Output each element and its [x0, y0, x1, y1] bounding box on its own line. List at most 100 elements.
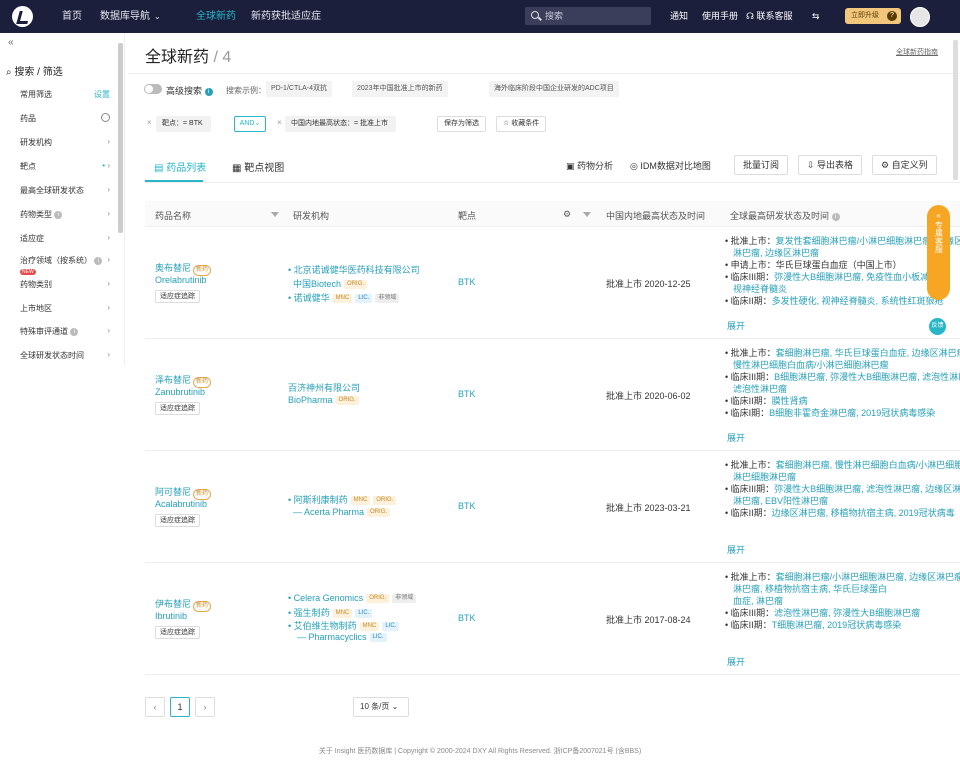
sidebar-item-global-status[interactable]: 最高全球研发状态 ›: [20, 185, 110, 196]
page-1-button[interactable]: 1: [170, 697, 190, 717]
manual-link[interactable]: 使用手册: [702, 0, 738, 33]
org-name[interactable]: • 北京诺诚健华医药科技有限公司: [288, 263, 420, 276]
radio-icon[interactable]: [101, 113, 110, 122]
remove-filter-icon[interactable]: ×: [147, 118, 152, 127]
org-name[interactable]: • 艾伯维生物制药 MNC LIC.: [288, 619, 400, 632]
org-name[interactable]: — Acerta Pharma ORIG.: [293, 507, 391, 518]
drug-name-en[interactable]: Acalabrutinib: [155, 499, 207, 509]
sidebar-scrollbar[interactable]: [118, 43, 123, 233]
example-chip[interactable]: 2023年中国批准上市的新药: [352, 81, 448, 97]
track-indication-button[interactable]: 适应症追踪: [155, 402, 200, 415]
status-value[interactable]: 边缘区淋巴瘤, 移植物抗宿主病, 2019冠状病毒: [772, 508, 955, 518]
drug-analysis-link[interactable]: ▣ 药物分析: [566, 159, 613, 172]
status-value[interactable]: 膜性肾病: [772, 396, 808, 406]
guide-link[interactable]: 全球新药指南: [896, 47, 938, 57]
settings-icon[interactable]: ⚙: [563, 209, 571, 220]
sidebar-item-class[interactable]: 药物类别 ›: [20, 279, 110, 290]
track-indication-button[interactable]: 适应症追踪: [155, 514, 200, 527]
drug-name-cn[interactable]: 阿可替尼 新药: [155, 485, 212, 500]
nav-home[interactable]: 首页: [62, 0, 82, 33]
org-name[interactable]: 中国Biotech ORIG.: [293, 277, 368, 290]
upgrade-button[interactable]: 立即升级?: [845, 8, 901, 24]
idm-map-link[interactable]: ◎ IDM数据对比地图: [630, 159, 711, 172]
sidebar-item-therapy[interactable]: 治疗领域（按系统） i NEW ›: [20, 255, 110, 275]
collapse-icon[interactable]: «: [8, 37, 14, 48]
status-value[interactable]: 弥漫性大B细胞淋巴瘤, 免疫性血小板减少症: [774, 272, 947, 282]
save-filter-button[interactable]: 保存为筛选: [437, 116, 486, 132]
status-value[interactable]: 套细胞淋巴瘤, 华氏巨球蛋白血症, 边缘区淋巴瘤, 慢性淋巴细胞白血病/小淋巴细…: [776, 348, 960, 358]
track-indication-button[interactable]: 适应症追踪: [155, 626, 200, 639]
avatar[interactable]: [910, 7, 930, 27]
example-chip[interactable]: PD-1/CTLA-4双抗: [266, 81, 333, 97]
status-value[interactable]: 套细胞淋巴瘤/小淋巴细胞淋巴瘤, 边缘区淋巴瘤, 移植物抗宿主病, 华氏巨球蛋白…: [776, 572, 960, 582]
status-value[interactable]: 滤泡性淋巴瘤, 弥漫性大B细胞淋巴瘤: [774, 608, 920, 618]
expand-link[interactable]: 展开: [727, 431, 745, 444]
tab-target-view[interactable]: ▦ 靶点视图: [232, 159, 284, 174]
drug-name-en[interactable]: Zanubrutinib: [155, 387, 205, 397]
bulk-subscribe-button[interactable]: 批量订阅: [734, 155, 789, 175]
sidebar-item-special[interactable]: 特殊审评通道 i ›: [20, 326, 110, 337]
sidebar-item-region[interactable]: 上市地区 ›: [20, 303, 110, 314]
sidebar-item-target[interactable]: 靶点 • ›: [20, 161, 110, 172]
status-value[interactable]: 华氏巨球蛋白血症（中国上市）: [776, 260, 902, 270]
target-link[interactable]: BTK: [458, 501, 476, 511]
favorite-filter-button[interactable]: ☆ 收藏条件: [496, 116, 547, 132]
track-indication-button[interactable]: 适应症追踪: [155, 290, 200, 303]
target-link[interactable]: BTK: [458, 277, 476, 287]
target-link[interactable]: BTK: [458, 389, 476, 399]
tab-drug-list[interactable]: ▤ 药品列表: [154, 159, 206, 174]
sidebar-item-org[interactable]: 研发机构 ›: [20, 137, 110, 148]
status-value[interactable]: T细胞淋巴瘤, 2019冠状病毒感染: [772, 620, 902, 630]
support-float-panel[interactable]: «专属客服: [927, 205, 950, 300]
notifications-link[interactable]: 通知: [670, 0, 688, 33]
drug-name-cn[interactable]: 伊布替尼 新药: [155, 597, 212, 612]
drug-name-en[interactable]: Ibrutinib: [155, 611, 187, 621]
org-name[interactable]: BioPharma ORIG.: [288, 395, 359, 406]
drug-name-cn[interactable]: 奥布替尼 新药: [155, 261, 212, 276]
nav-database[interactable]: 数据库导航 ⌄: [100, 0, 161, 33]
sidebar-item-common[interactable]: 常用筛选 设置: [20, 89, 110, 100]
org-name[interactable]: • 强生制药 MNC LIC.: [288, 606, 373, 619]
sidebar-item-time[interactable]: 全球研发状态时间 ›: [20, 350, 110, 361]
target-link[interactable]: BTK: [458, 613, 476, 623]
logic-select[interactable]: AND⌄: [234, 116, 266, 132]
org-name[interactable]: • 阿斯利康制药 MNC ORIG.: [288, 493, 397, 506]
filter-tag-target[interactable]: 靶点：= BTK: [156, 116, 211, 132]
search-input[interactable]: 搜索: [525, 7, 651, 25]
org-name[interactable]: • Celera Genomics ORIG. 非领域: [288, 593, 417, 604]
org-name[interactable]: — Pharmacyclics LIC.: [297, 632, 387, 643]
feedback-float-button[interactable]: 反馈: [929, 318, 946, 335]
next-page-button[interactable]: ›: [195, 697, 215, 717]
settings-link[interactable]: 设置: [94, 89, 110, 100]
page-size-select[interactable]: 10 条/页 ⌄: [353, 697, 409, 717]
sidebar-item-drug[interactable]: 药品: [20, 113, 110, 124]
drug-name-cn[interactable]: 泽布替尼 新药: [155, 373, 212, 388]
status-value[interactable]: 弥漫性大B细胞淋巴瘤, 滤泡性淋巴瘤, 边缘区淋巴瘤, EBV阳性淋巴瘤: [774, 484, 960, 494]
example-chip[interactable]: 海外临床阶段中国企业研发的ADC项目: [489, 81, 619, 97]
sidebar-item-indication[interactable]: 适应症 ›: [20, 233, 110, 244]
remove-filter-icon[interactable]: ×: [277, 118, 282, 127]
expand-link[interactable]: 展开: [727, 655, 745, 668]
prev-page-button[interactable]: ‹: [145, 697, 165, 717]
org-name[interactable]: • 诺诚健华 MNC LIC. 非领域: [288, 291, 400, 304]
expand-link[interactable]: 展开: [727, 543, 745, 556]
status-value[interactable]: 套细胞淋巴瘤, 慢性淋巴细胞白血病/小淋巴细胞淋巴瘤: [776, 460, 960, 470]
filter-tag-status[interactable]: 中国内地最高状态：= 批准上市: [285, 116, 397, 132]
custom-columns-button[interactable]: ⚙ 自定义列: [872, 155, 937, 175]
org-name[interactable]: 百济神州有限公司: [288, 381, 360, 394]
filter-icon[interactable]: [271, 209, 279, 219]
page-scrollbar[interactable]: [953, 40, 958, 180]
sidebar-item-drug-type[interactable]: 药物类型 i ›: [20, 209, 110, 220]
drug-name-en[interactable]: Orelabrutinib: [155, 275, 207, 285]
nav-global-drugs[interactable]: 全球新药: [196, 0, 236, 33]
expand-link[interactable]: 展开: [727, 319, 745, 332]
advanced-search-toggle[interactable]: [144, 84, 162, 94]
filter-icon[interactable]: [583, 209, 591, 219]
export-table-button[interactable]: ⇩ 导出表格: [798, 155, 863, 175]
logo-icon[interactable]: [12, 6, 33, 27]
status-value[interactable]: 多发性硬化, 视神经脊髓炎, 系统性红斑狼疮: [772, 296, 944, 306]
status-value[interactable]: B细胞非霍奇金淋巴瘤, 2019冠状病毒感染: [769, 408, 935, 418]
switch-icon[interactable]: ⇆: [812, 0, 820, 33]
status-value[interactable]: B细胞淋巴瘤, 弥漫性大B细胞淋巴瘤, 滤泡性淋巴瘤: [774, 372, 960, 382]
nav-new-approvals[interactable]: 新药获批适应症: [251, 0, 321, 33]
